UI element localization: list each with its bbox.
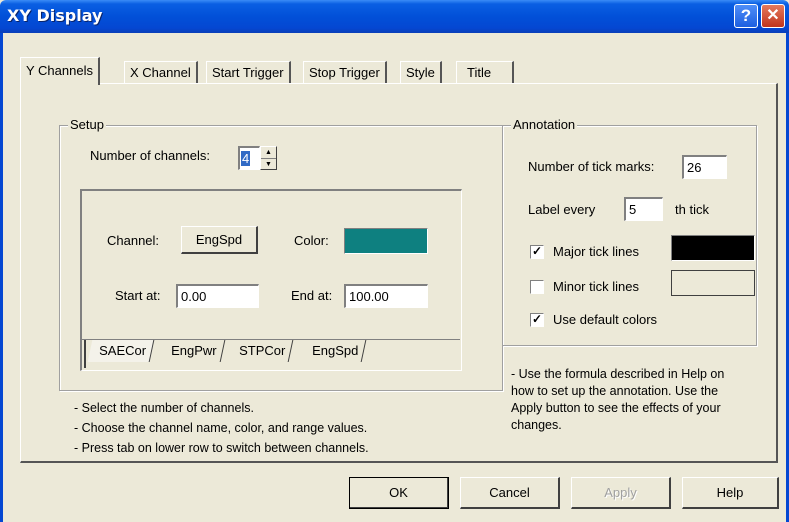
channel-tab-stpcor-label: STPCor bbox=[239, 343, 286, 358]
tab-stop-trigger[interactable]: Stop Trigger bbox=[303, 61, 387, 84]
channel-tab-engpwr[interactable]: EngPwr bbox=[159, 340, 225, 362]
start-at-input[interactable]: 0.00 bbox=[176, 284, 259, 308]
setup-note-3: - Press tab on lower row to switch betwe… bbox=[74, 441, 369, 455]
annotation-note-2: how to set up the annotation. Use the bbox=[511, 384, 719, 398]
help-button[interactable]: Help bbox=[682, 477, 779, 509]
tab-start-trigger[interactable]: Start Trigger bbox=[206, 61, 291, 84]
window-title: XY Display bbox=[7, 6, 103, 25]
minor-tick-checkbox[interactable] bbox=[530, 280, 544, 294]
num-channels-label: Number of channels: bbox=[90, 148, 210, 163]
channel-tab-engspd[interactable]: EngSpd bbox=[300, 340, 367, 362]
channel-tab-saecor-label: SAECor bbox=[99, 343, 147, 358]
ok-button[interactable]: OK bbox=[349, 477, 449, 509]
start-at-label: Start at: bbox=[115, 288, 161, 303]
close-icon[interactable]: ✕ bbox=[761, 4, 785, 28]
setup-legend: Setup bbox=[68, 117, 106, 132]
cancel-button[interactable]: Cancel bbox=[460, 477, 560, 509]
label-every-label: Label every bbox=[528, 202, 596, 217]
channel-label: Channel: bbox=[107, 233, 160, 248]
tick-marks-input[interactable]: 26 bbox=[682, 155, 727, 179]
end-at-label: End at: bbox=[291, 288, 333, 303]
setup-note-1: - Select the number of channels. bbox=[74, 401, 254, 415]
major-tick-color-swatch[interactable] bbox=[671, 235, 755, 261]
channel-tab-engpwr-label: EngPwr bbox=[171, 343, 217, 358]
tick-marks-label: Number of tick marks: bbox=[528, 159, 655, 174]
channel-select-button[interactable]: EngSpd bbox=[181, 226, 258, 254]
setup-note-2: - Choose the channel name, color, and ra… bbox=[74, 421, 368, 435]
default-colors-label: Use default colors bbox=[553, 312, 658, 327]
label-every-input[interactable]: 5 bbox=[624, 197, 663, 221]
channel-tab-saecor[interactable]: SAECor bbox=[87, 340, 155, 362]
channel-tab-engspd-label: EngSpd bbox=[312, 343, 359, 358]
tab-style[interactable]: Style bbox=[400, 61, 442, 84]
minor-tick-label: Minor tick lines bbox=[553, 279, 639, 294]
annotation-note-4: changes. bbox=[511, 418, 562, 432]
num-channels-value: 4 bbox=[241, 151, 251, 166]
annotation-legend: Annotation bbox=[511, 117, 578, 132]
end-at-input[interactable]: 100.00 bbox=[344, 284, 428, 308]
tab-title[interactable]: Title bbox=[456, 61, 515, 84]
annotation-groupbox: Annotation Number of tick marks: 26 Labe… bbox=[502, 117, 757, 346]
major-tick-label: Major tick lines bbox=[553, 244, 639, 259]
num-channels-spinner[interactable]: ▲ ▼ bbox=[260, 146, 277, 170]
spin-up-icon[interactable]: ▲ bbox=[261, 147, 276, 158]
setup-groupbox: Setup Number of channels: 4 ▲ ▼ Channel:… bbox=[59, 117, 503, 391]
tab-x-channel[interactable]: X Channel bbox=[124, 61, 198, 84]
annotation-note-3: Apply button to see the effects of your bbox=[511, 401, 721, 415]
num-channels-input[interactable]: 4 bbox=[238, 146, 260, 170]
channel-tab-edge bbox=[84, 340, 86, 368]
default-colors-checkbox[interactable]: ✓ bbox=[530, 313, 544, 327]
apply-button[interactable]: Apply bbox=[571, 477, 671, 509]
tab-panel-y-channels: Setup Number of channels: 4 ▲ ▼ Channel:… bbox=[20, 83, 778, 463]
title-bar[interactable]: XY Display ? ✕ bbox=[0, 0, 789, 33]
help-icon[interactable]: ? bbox=[734, 4, 758, 28]
spin-down-icon[interactable]: ▼ bbox=[261, 158, 276, 169]
dialog-body: Y Channels X Channel Start Trigger Stop … bbox=[0, 33, 789, 522]
tab-y-channels[interactable]: Y Channels bbox=[20, 57, 100, 85]
channel-tab-stpcor[interactable]: STPCor bbox=[227, 340, 294, 362]
major-tick-checkbox[interactable]: ✓ bbox=[530, 245, 544, 259]
channel-panel: Channel: EngSpd Color: Start at: 0.00 En… bbox=[80, 189, 462, 371]
channel-color-swatch[interactable] bbox=[344, 228, 428, 254]
color-label: Color: bbox=[294, 233, 329, 248]
minor-tick-color-swatch[interactable] bbox=[671, 270, 755, 296]
annotation-note-1: - Use the formula described in Help on bbox=[511, 367, 725, 381]
label-every-suffix: th tick bbox=[675, 202, 709, 217]
channel-tab-strip: SAECor EngPwr STPCor EngSpd bbox=[82, 339, 460, 369]
